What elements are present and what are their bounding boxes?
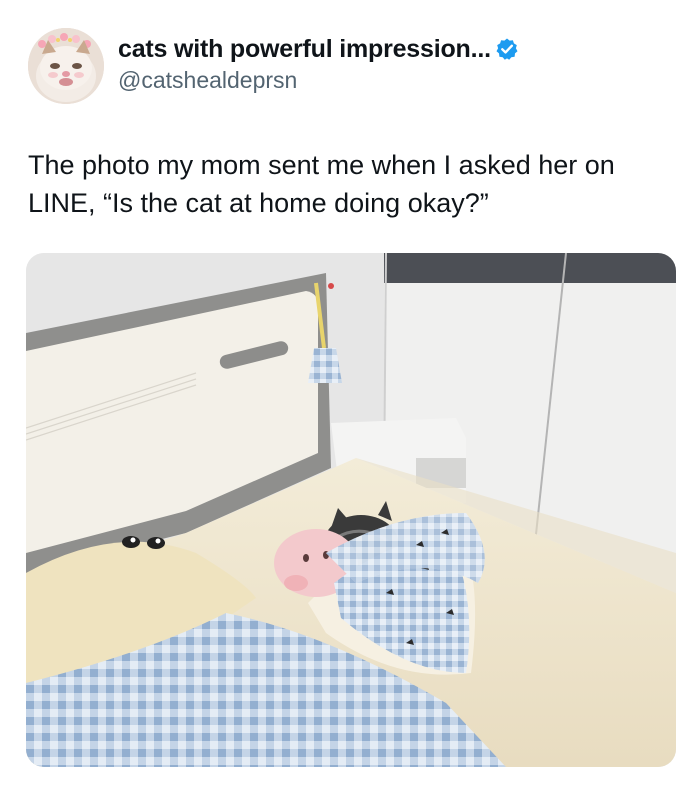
tweet-text: The photo my mom sent me when I asked he… xyxy=(28,150,615,218)
display-name[interactable]: cats with powerful impression... xyxy=(118,35,491,64)
cat-avatar-icon xyxy=(28,28,104,104)
tweet-photo[interactable] xyxy=(26,253,676,767)
avatar[interactable] xyxy=(28,28,104,104)
handle[interactable]: @catshealdeprsn xyxy=(118,67,519,94)
cat-in-bed-photo xyxy=(26,253,676,767)
author-block: cats with powerful impression... @catshe… xyxy=(118,34,519,94)
name-row: cats with powerful impression... xyxy=(118,34,519,64)
verified-badge-icon xyxy=(495,37,519,61)
tweet-card: cats with powerful impression... @catshe… xyxy=(0,0,700,795)
